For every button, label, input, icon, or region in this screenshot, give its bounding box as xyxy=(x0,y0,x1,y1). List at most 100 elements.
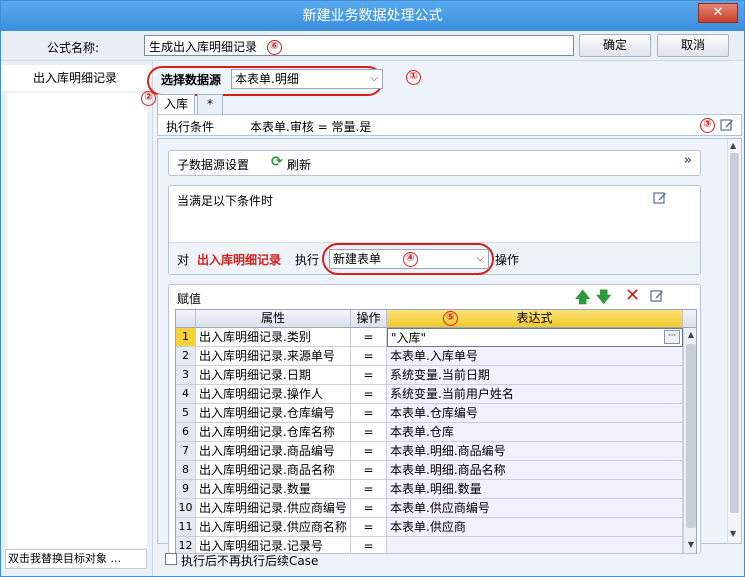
operator-cell[interactable]: = xyxy=(351,423,387,442)
expression-cell[interactable]: 系统变量.当前日期 xyxy=(387,366,683,385)
grid-header-expression[interactable]: ⑤ 表达式 xyxy=(387,310,683,328)
property-cell[interactable]: 出入库明细记录.操作人 xyxy=(196,385,351,404)
expression-cell[interactable]: 本表单.仓库编号 xyxy=(387,404,683,423)
cancel-button[interactable]: 取消 xyxy=(657,34,729,57)
row-number[interactable]: 11 xyxy=(176,518,196,537)
operator-cell[interactable]: = xyxy=(351,347,387,366)
expression-cell[interactable]: 本表单.供应商 xyxy=(387,518,683,537)
table-row[interactable]: 7 出入库明细记录.商品编号 = 本表单.明细.商品编号 xyxy=(176,442,696,461)
action-select-value: 新建表单 xyxy=(333,252,382,266)
sub-datasource-section: 子数据源设置 ⟳ 刷新 » xyxy=(168,150,701,176)
operator-cell[interactable]: = xyxy=(351,328,387,347)
main-panel: 选择数据源 本表单.明细 ⌵ ① ② 入库 * 执行条件 本表单.审核 = 常量… xyxy=(141,61,744,576)
operator-cell[interactable]: = xyxy=(351,404,387,423)
scroll-thumb[interactable] xyxy=(730,153,739,513)
formula-name-value: 生成出入库明细记录 xyxy=(149,40,258,54)
replace-target-hint[interactable]: 双击我替换目标对象 ... xyxy=(5,549,147,569)
close-button[interactable]: ✕ xyxy=(698,3,738,23)
table-row[interactable]: 3 出入库明细记录.日期 = 系统变量.当前日期 xyxy=(176,366,696,385)
title-bar[interactable]: 新建业务数据处理公式 ✕ xyxy=(1,1,744,31)
table-row[interactable]: 2 出入库明细记录.来源单号 = 本表单.入库单号 xyxy=(176,347,696,366)
property-cell[interactable]: 出入库明细记录.仓库编号 xyxy=(196,404,351,423)
left-list-area xyxy=(7,93,147,548)
expression-cell[interactable]: 本表单.明细.数量 xyxy=(387,480,683,499)
edit-icon[interactable] xyxy=(720,118,734,132)
scroll-up-icon[interactable]: ▲ xyxy=(730,141,736,150)
operator-cell[interactable]: = xyxy=(351,480,387,499)
table-row[interactable]: 11 出入库明细记录.供应商名称 = 本表单.供应商 xyxy=(176,518,696,537)
row-number[interactable]: 7 xyxy=(176,442,196,461)
operator-cell[interactable]: = xyxy=(351,442,387,461)
property-cell[interactable]: 出入库明细记录.商品名称 xyxy=(196,461,351,480)
scroll-up-icon[interactable]: ▲ xyxy=(686,330,696,342)
left-item-record[interactable]: 出入库明细记录 xyxy=(1,65,151,91)
operator-cell[interactable]: = xyxy=(351,499,387,518)
action-suffix: 操作 xyxy=(495,253,520,267)
grid-header-op[interactable]: 操作 xyxy=(351,310,387,328)
ok-button[interactable]: 确定 xyxy=(579,34,651,57)
row-number[interactable]: 10 xyxy=(176,499,196,518)
sub-datasource-label: 子数据源设置 xyxy=(177,158,250,172)
expression-cell[interactable]: "入库" xyxy=(387,328,683,347)
edit-icon[interactable] xyxy=(650,289,664,303)
row-number[interactable]: 4 xyxy=(176,385,196,404)
property-cell[interactable]: 出入库明细记录.供应商编号 xyxy=(196,499,351,518)
ellipsis-button[interactable]: ··· xyxy=(664,330,680,344)
table-row[interactable]: 1 出入库明细记录.类别 = "入库" ··· xyxy=(176,328,696,347)
refresh-button[interactable]: 刷新 xyxy=(287,156,311,173)
table-row[interactable]: 8 出入库明细记录.商品名称 = 本表单.明细.商品名称 xyxy=(176,461,696,480)
content-scrollbar[interactable]: ▲ ▼ xyxy=(727,139,741,543)
expression-cell[interactable]: 系统变量.当前用户姓名 xyxy=(387,385,683,404)
row-number[interactable]: 1 xyxy=(176,328,196,347)
expression-cell[interactable]: 本表单.入库单号 xyxy=(387,347,683,366)
row-number[interactable]: 8 xyxy=(176,461,196,480)
expand-icon[interactable]: » xyxy=(684,153,692,168)
stop-after-checkbox[interactable] xyxy=(165,553,177,565)
formula-name-input[interactable]: 生成出入库明细记录 ⑥ xyxy=(144,35,574,56)
operator-cell[interactable]: = xyxy=(351,385,387,404)
grid-scrollbar[interactable]: ▲ ▼ xyxy=(683,328,696,553)
action-select[interactable]: 新建表单 ④ ⌵ xyxy=(329,249,489,269)
tab-inbound[interactable]: 入库 xyxy=(157,94,195,114)
scroll-down-icon[interactable]: ▼ xyxy=(730,529,736,538)
row-number[interactable]: 2 xyxy=(176,347,196,366)
row-number[interactable]: 6 xyxy=(176,423,196,442)
property-cell[interactable]: 出入库明细记录.仓库名称 xyxy=(196,423,351,442)
row-number[interactable]: 3 xyxy=(176,366,196,385)
expression-cell[interactable]: 本表单.明细.商品名称 xyxy=(387,461,683,480)
window-title: 新建业务数据处理公式 xyxy=(302,8,443,24)
property-cell[interactable]: 出入库明细记录.商品编号 xyxy=(196,442,351,461)
scroll-thumb[interactable] xyxy=(686,344,696,528)
property-cell[interactable]: 出入库明细记录.数量 xyxy=(196,480,351,499)
expression-cell[interactable]: 本表单.明细.商品编号 xyxy=(387,442,683,461)
left-item-label: 出入库明细记录 xyxy=(33,71,118,85)
datasource-select[interactable]: 本表单.明细 ⌵ xyxy=(231,69,383,89)
table-row[interactable]: 9 出入库明细记录.数量 = 本表单.明细.数量 xyxy=(176,480,696,499)
refresh-icon[interactable]: ⟳ xyxy=(271,154,283,170)
property-cell[interactable]: 出入库明细记录.日期 xyxy=(196,366,351,385)
expression-cell[interactable]: 本表单.供应商编号 xyxy=(387,499,683,518)
property-cell[interactable]: 出入库明细记录.类别 xyxy=(196,328,351,347)
operator-cell[interactable]: = xyxy=(351,366,387,385)
property-cell[interactable]: 出入库明细记录.供应商名称 xyxy=(196,518,351,537)
expression-cell[interactable]: 本表单.仓库 xyxy=(387,423,683,442)
row-number[interactable]: 9 xyxy=(176,480,196,499)
condition-section: 当满足以下条件时 对 出入库明细记录 执行 新建表单 ④ ⌵ 操作 xyxy=(168,185,701,275)
exec-condition-value[interactable]: 本表单.审核 = 常量.是 xyxy=(250,118,371,135)
table-row[interactable]: 10 出入库明细记录.供应商编号 = 本表单.供应商编号 xyxy=(176,499,696,518)
table-row[interactable]: 6 出入库明细记录.仓库名称 = 本表单.仓库 xyxy=(176,423,696,442)
grid-header-property[interactable]: 属性 xyxy=(196,310,351,328)
table-row[interactable]: 5 出入库明细记录.仓库编号 = 本表单.仓库编号 xyxy=(176,404,696,423)
property-cell[interactable]: 出入库明细记录.来源单号 xyxy=(196,347,351,366)
row-number[interactable]: 5 xyxy=(176,404,196,423)
tab-new[interactable]: * xyxy=(197,94,223,114)
annotation-badge-6: ⑥ xyxy=(266,40,282,55)
delete-icon[interactable]: ✕ xyxy=(625,285,640,306)
edit-icon[interactable] xyxy=(653,191,667,205)
operator-cell[interactable]: = xyxy=(351,518,387,537)
footer-bar: 执行后不再执行后续Case xyxy=(157,547,742,573)
when-label: 当满足以下条件时 xyxy=(177,194,274,208)
operator-cell[interactable]: = xyxy=(351,461,387,480)
table-row[interactable]: 4 出入库明细记录.操作人 = 系统变量.当前用户姓名 xyxy=(176,385,696,404)
annotation-badge-3: ③ xyxy=(700,118,715,133)
